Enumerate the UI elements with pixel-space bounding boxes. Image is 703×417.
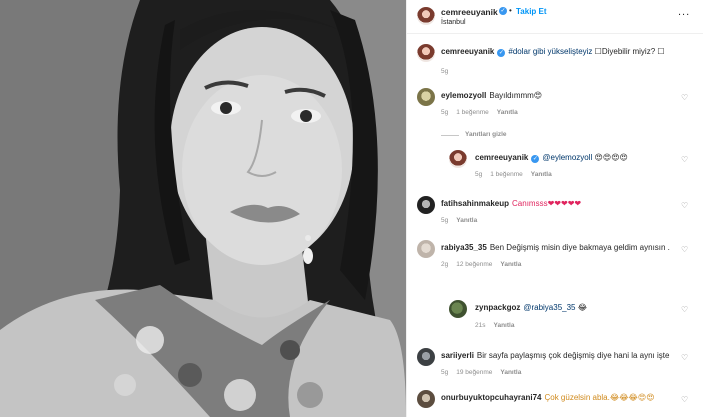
verified-badge-icon: ✓ <box>499 7 507 15</box>
comment-time[interactable]: 5g <box>441 369 448 376</box>
heart-outline-icon[interactable]: ♡ <box>681 155 688 164</box>
comment-body: Ben Değişmiş misin diye bakmaya geldim a… <box>489 243 670 252</box>
comment-meta: 5g Yanıtla <box>441 217 485 224</box>
caption-time[interactable]: 5g <box>441 68 448 75</box>
heart-outline-icon[interactable]: ♡ <box>681 93 688 102</box>
reply-body: 😍😍😍😍 <box>592 153 628 162</box>
comment-body: Canımsss❤❤❤❤❤ <box>512 199 582 208</box>
reply-text: cemreeuyanik ✓ @eylemozyoll 😍😍😍😍 <box>475 153 628 163</box>
caption-text: cemreeuyanik ✓ #dolar gibi yükselişteyiz ☐… <box>441 47 665 57</box>
comment-username[interactable]: sariiyerli <box>441 351 474 360</box>
comment-meta: 5g 1 beğenme Yanıtla <box>441 109 526 116</box>
mention-link[interactable]: @eylemozyoll <box>542 153 592 162</box>
comment-username[interactable]: onurbuyuktopcuhayrani74 <box>441 393 541 402</box>
comment-avatar[interactable] <box>417 88 435 106</box>
reply-meta: 5g 1 beğenme Yanıtla <box>475 171 560 178</box>
reply-likes[interactable]: 1 beğenme <box>490 171 523 178</box>
dot-separator: • <box>509 6 512 15</box>
reply-avatar[interactable] <box>449 300 467 318</box>
reply-time[interactable]: 21s <box>475 322 485 329</box>
comment-meta: 5g 19 beğenme Yanıtla <box>441 369 529 376</box>
comment-likes[interactable]: 1 beğenme <box>456 109 489 116</box>
reply-text: zynpackgoz @rabiya35_35 😂 <box>475 303 587 312</box>
reply-username[interactable]: zynpackgoz <box>475 303 520 312</box>
reply-button[interactable]: Yanıtla <box>497 109 518 116</box>
comment-username[interactable]: fatihsahinmakeup <box>441 199 509 208</box>
post-location[interactable]: İstanbul <box>441 19 466 26</box>
reply-button[interactable]: Yanıtla <box>493 322 514 329</box>
caption-body: ☐Diyebilir miyiz? ☐ <box>592 47 665 56</box>
verified-badge-icon: ✓ <box>497 49 506 57</box>
reply-button[interactable]: Yanıtla <box>531 171 552 178</box>
comment-text: sariiyerli Bir sayfa paylaşmış çok değişm… <box>441 351 669 360</box>
post-photo <box>0 0 406 417</box>
author-avatar[interactable] <box>417 7 435 25</box>
verified-badge-icon: ✓ <box>531 155 540 163</box>
comment-avatar[interactable] <box>417 240 435 258</box>
reply-time[interactable]: 5g <box>475 171 482 178</box>
reply-username[interactable]: cemreeuyanik <box>475 153 528 162</box>
comment-text: eylemozyoll Bayıldımmm😍 <box>441 91 542 100</box>
caption-hashtag[interactable]: #dolar gibi yükselişteyiz <box>508 47 592 56</box>
more-options-icon[interactable]: ... <box>678 6 690 18</box>
comment-text: onurbuyuktopcuhayrani74 Çok güzelsin abla… <box>441 393 655 402</box>
comment-avatar[interactable] <box>417 390 435 408</box>
post-header: cemreeuyanik ✓ • Takip Et İstanbul ... <box>407 0 703 34</box>
heart-outline-icon[interactable]: ♡ <box>681 395 688 404</box>
comment-body: Bir sayfa paylaşmış çok değişmiş diye ha… <box>476 351 670 360</box>
author-username[interactable]: cemreeuyanik <box>441 7 498 17</box>
portrait-illustration <box>0 0 406 417</box>
comment-text: fatihsahinmakeup Canımsss❤❤❤❤❤ <box>441 199 581 208</box>
caption-meta: 5g <box>441 68 456 75</box>
follow-button[interactable]: Takip Et <box>516 7 547 16</box>
reply-button[interactable]: Yanıtla <box>500 369 521 376</box>
comment-body: Bayıldımmm😍 <box>489 91 543 100</box>
reply-button[interactable]: Yanıtla <box>456 217 477 224</box>
comment-meta: 2g 12 beğenme Yanıtla <box>441 261 529 268</box>
reply-button[interactable]: Yanıtla <box>500 261 521 268</box>
comment-time[interactable]: 2g <box>441 261 448 268</box>
comments-panel: cemreeuyanik ✓ • Takip Et İstanbul ... c… <box>406 0 703 417</box>
heart-outline-icon[interactable]: ♡ <box>681 245 688 254</box>
comment-likes[interactable]: 19 beğenme <box>456 369 492 376</box>
comment-avatar[interactable] <box>417 196 435 214</box>
comment-text: rabiya35_35 Ben Değişmiş misin diye bakma… <box>441 243 670 252</box>
caption-avatar[interactable] <box>417 44 435 62</box>
reply-avatar[interactable] <box>449 150 467 168</box>
comment-username[interactable]: eylemozyoll <box>441 91 486 100</box>
heart-outline-icon[interactable]: ♡ <box>681 201 688 210</box>
hide-replies-button[interactable]: Yanıtları gizle <box>465 131 507 138</box>
heart-outline-icon[interactable]: ♡ <box>681 305 688 314</box>
mention-link[interactable]: @rabiya35_35 <box>523 303 575 312</box>
comment-avatar[interactable] <box>417 348 435 366</box>
reply-body: 😂 <box>575 303 588 312</box>
divider <box>441 135 459 136</box>
comment-body: Çok güzelsin abla.😂😂😂😍😍 <box>544 393 655 402</box>
caption-username[interactable]: cemreeuyanik <box>441 47 494 56</box>
comment-likes[interactable]: 12 beğenme <box>456 261 492 268</box>
comment-username[interactable]: rabiya35_35 <box>441 243 487 252</box>
heart-outline-icon[interactable]: ♡ <box>681 353 688 362</box>
comment-time[interactable]: 5g <box>441 109 448 116</box>
comment-time[interactable]: 5g <box>441 217 448 224</box>
reply-meta: 21s Yanıtla <box>475 322 522 329</box>
